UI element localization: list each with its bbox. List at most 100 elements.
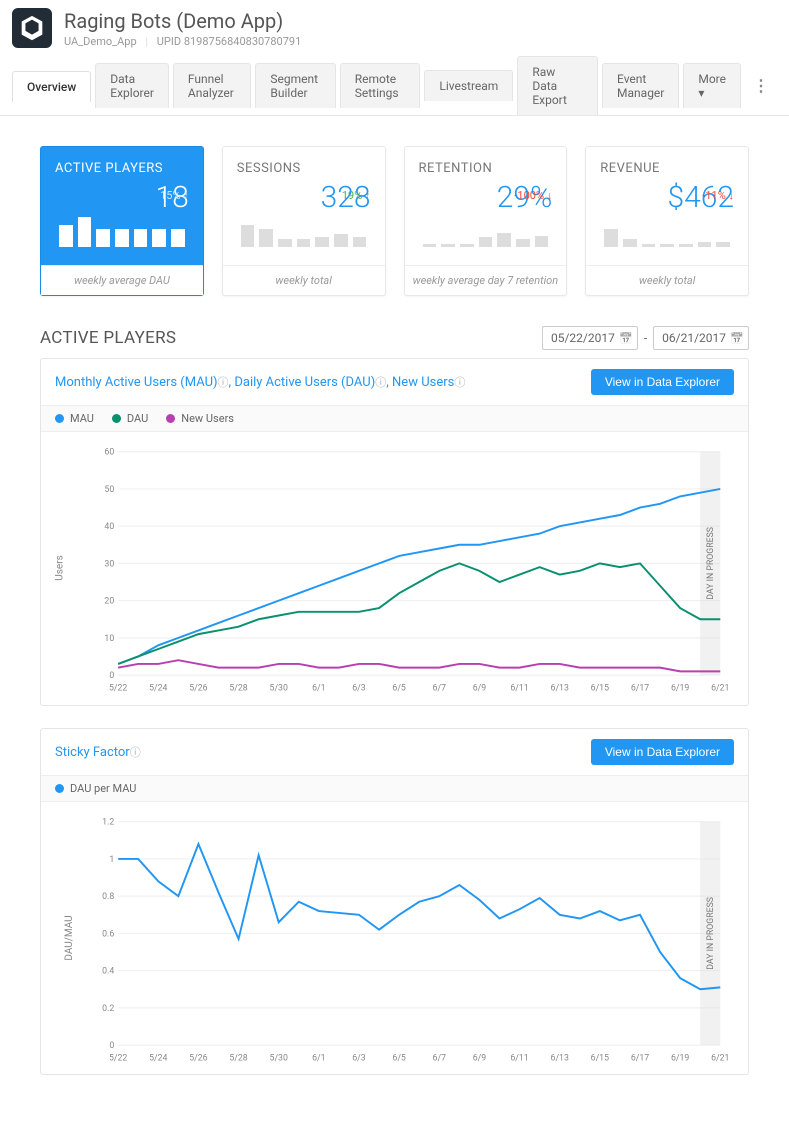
kebab-menu-icon[interactable]: ⋮ <box>745 68 777 103</box>
svg-text:6/17: 6/17 <box>631 684 649 694</box>
unity-logo-icon <box>12 8 52 48</box>
svg-text:0.6: 0.6 <box>102 929 114 939</box>
svg-text:6/19: 6/19 <box>671 1053 689 1063</box>
card-sparkline <box>237 215 371 247</box>
tab-data-explorer[interactable]: Data Explorer <box>95 63 169 108</box>
legend-swatch-icon <box>55 784 64 793</box>
svg-text:6/5: 6/5 <box>392 684 406 694</box>
tab-livestream[interactable]: Livestream <box>424 70 513 101</box>
svg-text:6/11: 6/11 <box>510 1053 528 1063</box>
tab-overview[interactable]: Overview <box>12 71 91 102</box>
svg-text:60: 60 <box>104 448 114 458</box>
card-title: REVENUE <box>600 161 734 176</box>
summary-card-revenue[interactable]: REVENUE-11% ↓$462weekly total <box>585 146 749 296</box>
card-footer: weekly average day 7 retention <box>405 265 567 295</box>
card-title: RETENTION <box>419 161 553 176</box>
card-footer: weekly average DAU <box>41 265 203 295</box>
svg-text:30: 30 <box>104 559 114 569</box>
svg-text:6/21: 6/21 <box>711 684 729 694</box>
legend-item[interactable]: New Users <box>166 412 234 425</box>
svg-text:1: 1 <box>109 854 114 864</box>
svg-text:6/9: 6/9 <box>473 1053 487 1063</box>
card-delta: -100% ↓ <box>514 189 552 202</box>
card-delta: -11% ↓ <box>702 189 734 202</box>
view-in-explorer-button[interactable]: View in Data Explorer <box>591 369 734 395</box>
summary-card-active-players[interactable]: ACTIVE PLAYERS15% ↑18weekly average DAU <box>40 146 204 296</box>
svg-text:5/22: 5/22 <box>109 1053 127 1063</box>
sticky-factor-panel: Sticky Factorⓘ View in Data Explorer DAU… <box>40 728 749 1076</box>
active-players-chart: 01020304050605/225/245/265/285/306/16/36… <box>89 442 730 695</box>
legend-swatch-icon <box>55 414 64 423</box>
svg-text:DAY IN PROGRESS: DAY IN PROGRESS <box>706 527 716 600</box>
svg-text:5/24: 5/24 <box>149 1053 167 1063</box>
y-axis-label: Users <box>54 556 65 582</box>
svg-text:0.8: 0.8 <box>102 892 114 902</box>
link-new-users[interactable]: New Users <box>392 375 454 390</box>
svg-text:6/17: 6/17 <box>631 1053 649 1063</box>
svg-text:5/26: 5/26 <box>189 684 207 694</box>
svg-text:5/22: 5/22 <box>109 684 127 694</box>
svg-text:5/30: 5/30 <box>270 684 288 694</box>
date-from-input[interactable]: 05/22/2017 <box>542 326 638 350</box>
legend-item[interactable]: DAU per MAU <box>55 782 136 795</box>
svg-text:5/30: 5/30 <box>270 1053 288 1063</box>
y-axis-label: DAU/MAU <box>64 915 75 960</box>
svg-text:5/24: 5/24 <box>149 684 167 694</box>
svg-text:0: 0 <box>109 671 114 681</box>
svg-text:6/15: 6/15 <box>591 1053 609 1063</box>
card-sparkline <box>600 215 734 247</box>
section-title: ACTIVE PLAYERS <box>40 328 176 348</box>
svg-text:6/9: 6/9 <box>473 684 487 694</box>
card-title: SESSIONS <box>237 161 371 176</box>
tab-funnel-analyzer[interactable]: Funnel Analyzer <box>173 63 251 108</box>
svg-text:5/28: 5/28 <box>229 684 247 694</box>
card-sparkline <box>419 215 553 247</box>
card-delta: 15% ↑ <box>160 189 189 202</box>
app-subtitle: UA_Demo_App | UPID 8198756840830780791 <box>64 35 301 48</box>
svg-text:6/13: 6/13 <box>551 684 569 694</box>
svg-text:0.2: 0.2 <box>102 1003 114 1013</box>
summary-cards: ACTIVE PLAYERS15% ↑18weekly average DAUS… <box>40 146 749 296</box>
link-mau[interactable]: Monthly Active Users (MAU) <box>55 375 218 390</box>
svg-text:0: 0 <box>109 1040 114 1050</box>
summary-card-sessions[interactable]: SESSIONS19% ↑328weekly total <box>222 146 386 296</box>
svg-text:5/28: 5/28 <box>229 1053 247 1063</box>
panel1-legend: MAU DAU New Users <box>41 405 748 432</box>
tab-event-manager[interactable]: Event Manager <box>602 63 679 108</box>
tab-bar: OverviewData ExplorerFunnel AnalyzerSegm… <box>0 56 789 116</box>
svg-text:6/1: 6/1 <box>312 1053 325 1063</box>
svg-text:6/5: 6/5 <box>392 1053 406 1063</box>
view-in-explorer-button[interactable]: View in Data Explorer <box>591 739 734 765</box>
date-range-picker: 05/22/2017 - 06/21/2017 <box>542 326 749 350</box>
tab-more[interactable]: More ▾ <box>683 63 741 108</box>
svg-text:6/3: 6/3 <box>352 1053 366 1063</box>
panel1-title-links: Monthly Active Users (MAU)ⓘ, Daily Activ… <box>55 374 465 390</box>
link-sticky-factor[interactable]: Sticky Factor <box>55 745 130 760</box>
active-players-panel: Monthly Active Users (MAU)ⓘ, Daily Activ… <box>40 358 749 706</box>
link-dau[interactable]: Daily Active Users (DAU) <box>234 375 375 390</box>
svg-text:10: 10 <box>104 634 114 644</box>
sticky-factor-chart: 0 0.2 0.4 0.6 0.8 1 1.2 5/22 5/24 5/26 5/28 5/30 6/1… <box>89 812 730 1065</box>
tab-raw-data-export[interactable]: Raw Data Export <box>517 56 598 115</box>
svg-text:6/15: 6/15 <box>591 684 609 694</box>
app-header: Raging Bots (Demo App) UA_Demo_App | UPI… <box>0 0 789 56</box>
legend-item[interactable]: DAU <box>112 412 148 425</box>
svg-text:5/26: 5/26 <box>189 1053 207 1063</box>
svg-text:0.4: 0.4 <box>102 966 114 976</box>
app-title: Raging Bots (Demo App) <box>64 9 301 33</box>
legend-item[interactable]: MAU <box>55 412 94 425</box>
card-footer: weekly total <box>586 265 748 295</box>
card-sparkline <box>55 215 189 247</box>
svg-text:6/7: 6/7 <box>433 684 447 694</box>
svg-text:1.2: 1.2 <box>102 817 114 827</box>
tab-remote-settings[interactable]: Remote Settings <box>340 63 421 108</box>
summary-card-retention[interactable]: RETENTION-100% ↓29%weekly average day 7 … <box>404 146 568 296</box>
svg-text:50: 50 <box>104 485 114 495</box>
card-footer: weekly total <box>223 265 385 295</box>
svg-text:6/3: 6/3 <box>352 684 366 694</box>
card-title: ACTIVE PLAYERS <box>55 161 189 176</box>
svg-text:6/1: 6/1 <box>312 684 325 694</box>
date-to-input[interactable]: 06/21/2017 <box>653 326 749 350</box>
card-delta: 19% ↑ <box>342 189 371 202</box>
tab-segment-builder[interactable]: Segment Builder <box>255 63 335 108</box>
